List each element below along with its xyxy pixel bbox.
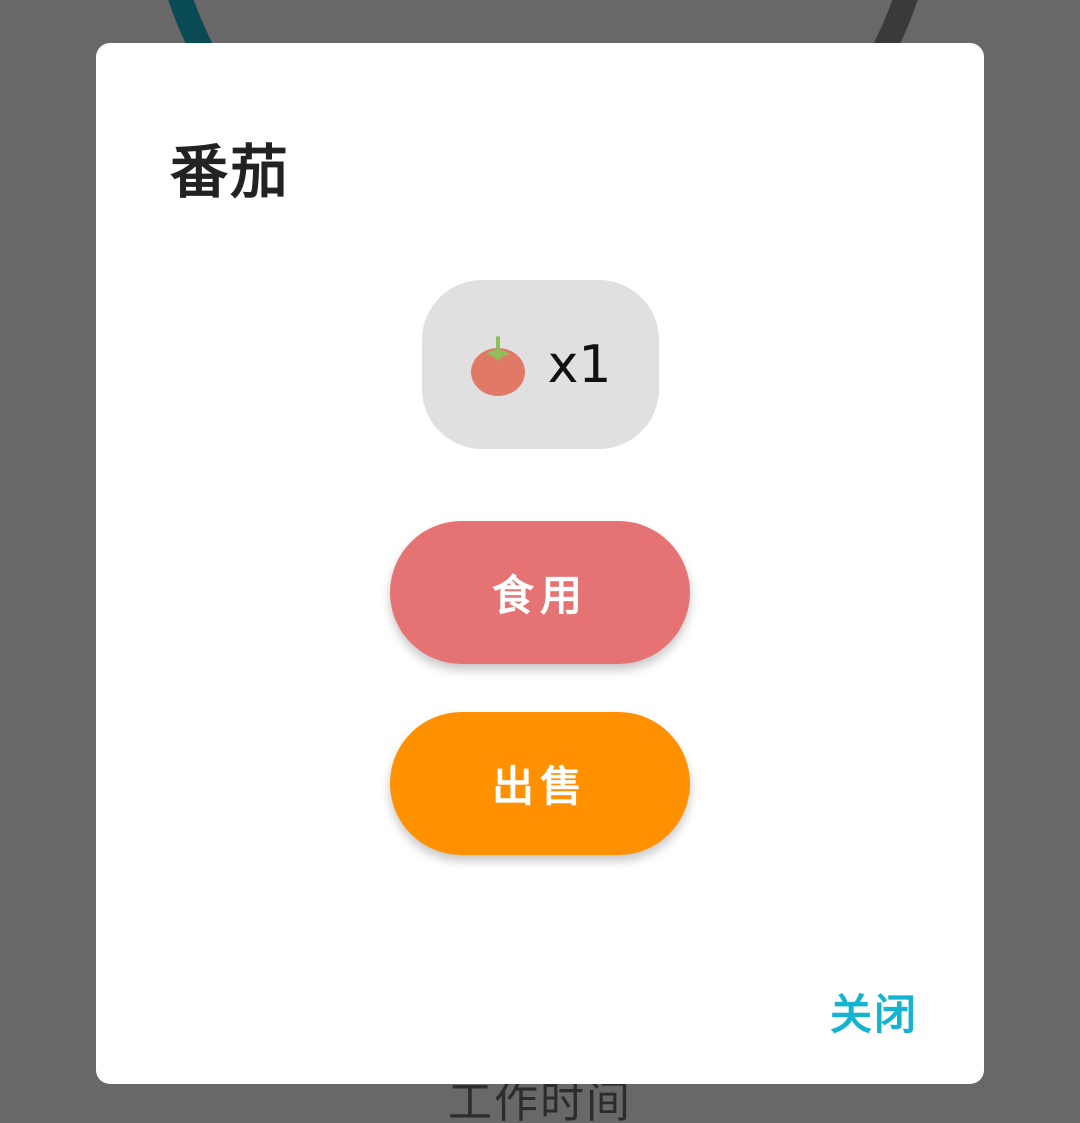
tomato-icon [470,335,525,396]
item-count: x1 [547,334,612,395]
sell-button[interactable]: 出售 [390,712,690,855]
eat-button[interactable]: 食用 [390,521,690,664]
dialog-title: 番茄 [170,138,291,206]
item-dialog: 番茄 x1 食用 出售 关闭 [96,43,984,1084]
close-button[interactable]: 关闭 [830,981,918,1042]
item-chip: x1 [422,280,659,449]
